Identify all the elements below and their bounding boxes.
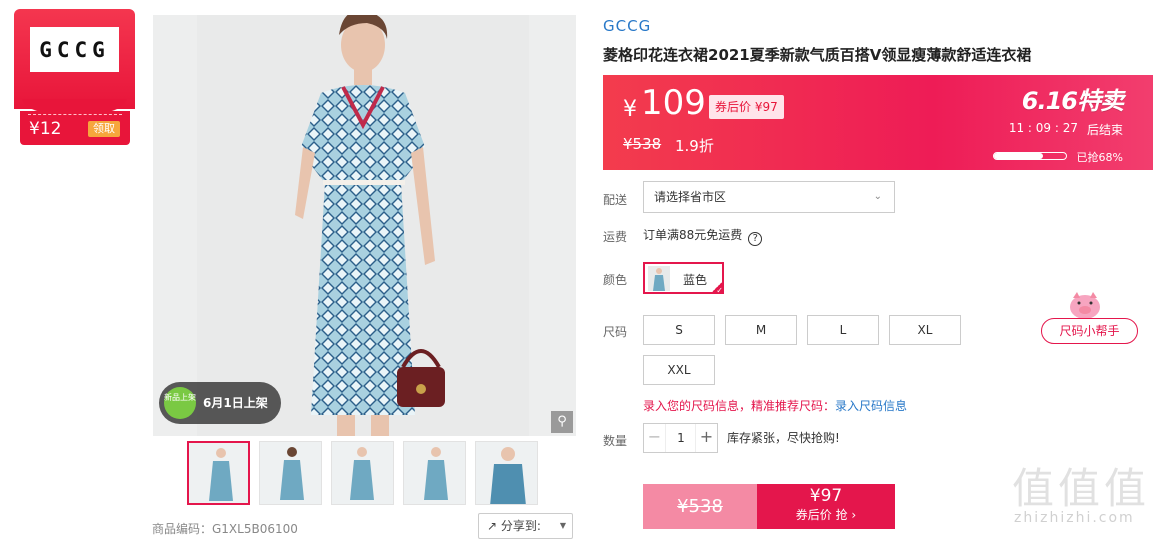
discount-rate: 1.9折 [675, 137, 714, 155]
claim-coupon-button[interactable]: 领取 [88, 121, 120, 137]
buy-label: 券后价 抢 › [795, 508, 857, 522]
region-select[interactable]: 请选择省市区 ⌄ [643, 181, 895, 213]
countdown-label: 后结束 [1086, 123, 1123, 137]
size-info-prompt: 录入您的尺码信息，精准推荐尺码：录入尺码信息 [643, 397, 907, 414]
size-label: 尺码 [603, 325, 628, 339]
size-option-m[interactable]: M [725, 315, 797, 345]
thumbnail-image [280, 447, 304, 500]
sold-percent: 已抢68% [1076, 151, 1123, 164]
original-price-button[interactable]: ¥538 [643, 484, 757, 529]
coupon-divider [28, 114, 122, 115]
coupon-price-tag: 券后价 ¥97 [709, 95, 784, 119]
brand-link[interactable]: GCCG [603, 17, 651, 35]
size-helper-button[interactable]: 尺码小帮手 [1041, 318, 1138, 344]
size-info-text: 录入您的尺码信息，精准推荐尺码： [643, 399, 836, 413]
freight-info: 订单满88元免运费? [643, 226, 763, 246]
coupon-amount: ¥12 [29, 119, 62, 139]
share-button[interactable]: ↗ 分享到: ▼ [478, 513, 573, 539]
buy-price: ¥97 [809, 486, 843, 506]
product-title: 菱格印花连衣裙2021夏季新款气质百搭V领显瘦薄款舒适连衣裙 [603, 46, 1032, 64]
decrease-button[interactable]: − [644, 424, 666, 452]
freight-text: 订单满88元免运费 [643, 228, 743, 242]
chevron-down-icon: ⌄ [873, 191, 882, 202]
sold-progress-fill [994, 153, 1043, 159]
size-option-s[interactable]: S [643, 315, 715, 345]
thumbnail-5[interactable] [475, 441, 538, 505]
original-price: ¥538 [623, 135, 662, 153]
selected-check-icon: ✓ [710, 280, 724, 295]
share-icon: ↗ [487, 519, 498, 533]
pig-mascot-icon [1070, 292, 1100, 319]
new-arrival-badge: 新品上架 6月1日上架 [159, 382, 281, 424]
brand-logo: GCCG [30, 27, 119, 72]
thumbnail-image [424, 447, 448, 500]
delivery-label: 配送 [603, 193, 628, 207]
share-label: 分享到: [500, 519, 541, 533]
color-label: 颜色 [603, 273, 628, 287]
help-icon[interactable]: ? [748, 232, 763, 246]
current-price: 109 [641, 83, 706, 123]
color-name: 蓝色 [683, 273, 708, 287]
thumbnail-3[interactable] [331, 441, 394, 505]
watermark-url: zhizhizhi.com [1014, 510, 1135, 526]
shop-coupon[interactable]: GCCG ¥12 领取 [14, 9, 135, 146]
arrival-date: 6月1日上架 [203, 396, 268, 410]
site-watermark: 值值值 zhizhizhi.com [1012, 455, 1157, 535]
size-option-l[interactable]: L [807, 315, 879, 345]
magnifier-icon[interactable]: ⚲ [551, 411, 573, 433]
price-panel: ¥ 109 券后价 ¥97 ¥538 1.9折 6.16特卖 11 : 09 :… [603, 75, 1153, 170]
quantity-input[interactable]: 1 [667, 424, 695, 452]
coupon-footer: ¥12 领取 [20, 111, 130, 145]
watermark-logo: 值值值 [1012, 464, 1151, 513]
thumbnail-4[interactable] [403, 441, 466, 505]
main-product-image[interactable]: 新品上架 6月1日上架 ⚲ [153, 15, 576, 436]
color-option-blue[interactable]: 蓝色 ✓ [643, 262, 724, 295]
chevron-down-icon: ▼ [559, 521, 566, 530]
size-option-xxl[interactable]: XXL [643, 355, 715, 385]
quantity-label: 数量 [603, 434, 628, 448]
dress-model-illustration [295, 15, 445, 436]
size-option-xl[interactable]: XL [889, 315, 961, 345]
thumbnail-1[interactable] [187, 441, 250, 505]
currency-symbol: ¥ [623, 97, 637, 122]
promo-title: 6.16特卖 [1021, 87, 1124, 115]
color-swatch [648, 266, 670, 291]
product-code: 商品编码：G1XL5B06100 [152, 522, 298, 536]
freight-label: 运费 [603, 230, 628, 244]
thumbnail-2[interactable] [259, 441, 322, 505]
sold-progress-bar [993, 152, 1067, 160]
swatch-image [653, 268, 665, 291]
enter-size-link[interactable]: 录入尺码信息 [835, 399, 907, 413]
thumbnail-image [209, 448, 233, 501]
thumbnail-image [490, 447, 526, 504]
stock-warning: 库存紧张，尽快抢购! [727, 431, 840, 445]
coupon-header: GCCG [14, 9, 135, 119]
countdown-timer: 11 : 09 : 27 [1008, 121, 1078, 135]
quantity-stepper: − 1 + [643, 423, 718, 453]
increase-button[interactable]: + [695, 424, 717, 452]
new-arrival-icon: 新品上架 [164, 387, 196, 419]
thumbnail-image [350, 447, 374, 500]
region-placeholder: 请选择省市区 [654, 190, 727, 204]
buy-with-coupon-button[interactable]: ¥97 券后价 抢 › [757, 484, 895, 529]
